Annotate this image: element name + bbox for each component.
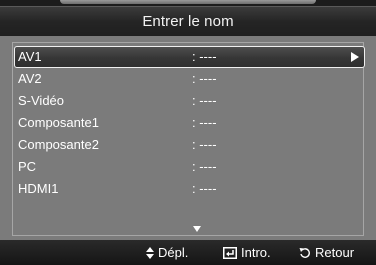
list-item-composante2[interactable]: Composante2 : ---- — [14, 134, 365, 156]
title-bar: Entrer le nom — [0, 6, 376, 36]
item-label: Composante1 — [18, 115, 99, 130]
list-item-av2[interactable]: AV2 : ---- — [14, 68, 365, 90]
list-item-pc[interactable]: PC : ---- — [14, 156, 365, 178]
item-value: : ---- — [192, 115, 217, 130]
item-value: : ---- — [192, 159, 217, 174]
item-label: Composante2 — [18, 137, 99, 152]
item-value: : ---- — [192, 71, 217, 86]
enter-icon — [223, 246, 237, 259]
footer-hints: Dépl. Intro. Retour — [0, 240, 376, 265]
move-label: Dépl. — [158, 245, 189, 260]
list-item-s-video[interactable]: S-Vidéo : ---- — [14, 90, 365, 112]
up-down-arrows-icon — [146, 246, 154, 259]
item-value: : ---- — [192, 181, 217, 196]
list-item-composante1[interactable]: Composante1 : ---- — [14, 112, 365, 134]
scroll-down-icon[interactable] — [193, 226, 201, 232]
item-label: PC — [18, 159, 37, 174]
return-icon — [299, 247, 310, 258]
item-label: HDMI1 — [18, 181, 59, 196]
list-item-av1[interactable]: AV1 : ---- — [14, 46, 365, 68]
enter-name-dialog: Entrer le nom AV1 : ---- AV2 : ---- S-Vi… — [0, 0, 376, 265]
item-value: : ---- — [192, 93, 217, 108]
return-hint: Retour — [299, 240, 354, 265]
list-item-hdmi1[interactable]: HDMI1 : ---- — [14, 178, 365, 200]
move-hint: Dépl. — [146, 240, 188, 265]
return-label: Retour — [315, 245, 355, 260]
source-list: AV1 : ---- AV2 : ---- S-Vidéo : ---- Com… — [14, 46, 365, 200]
enter-hint: Intro. — [223, 240, 271, 265]
item-label: AV2 — [18, 71, 42, 86]
item-value: : ---- — [192, 137, 217, 152]
item-label: AV1 — [18, 49, 42, 64]
enter-label: Intro. — [241, 245, 271, 260]
menu-top-edge — [60, 0, 316, 4]
dialog-title: Entrer le nom — [142, 13, 234, 30]
item-label: S-Vidéo — [18, 93, 65, 108]
item-value: : ---- — [192, 49, 217, 64]
arrow-right-icon — [351, 52, 359, 62]
